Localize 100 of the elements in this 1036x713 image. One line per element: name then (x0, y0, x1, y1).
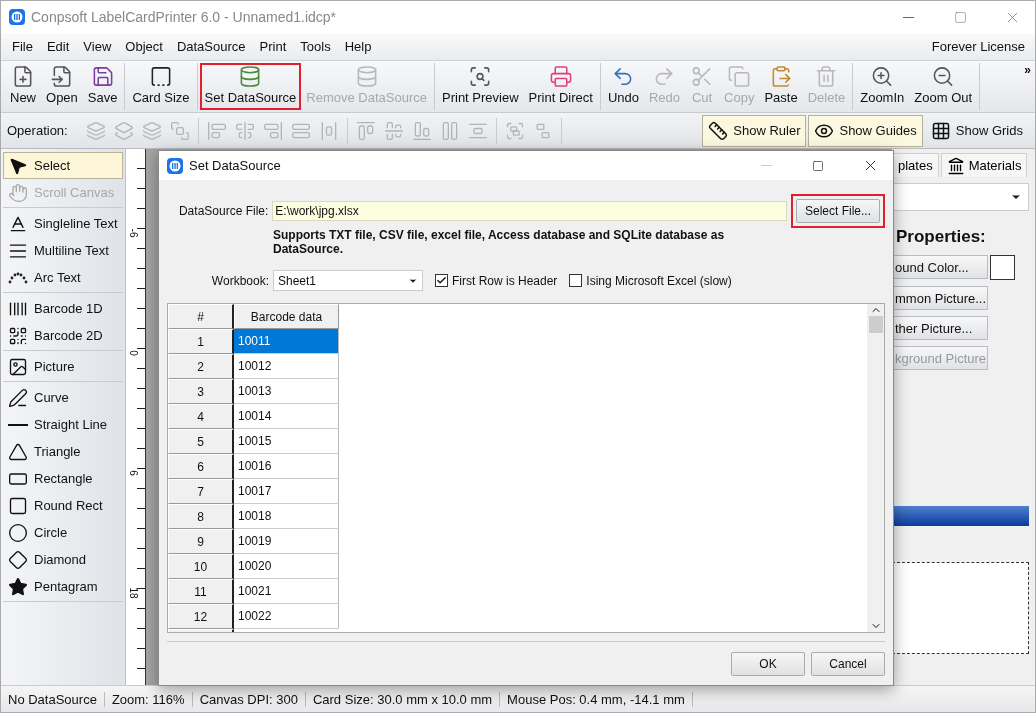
row-header[interactable]: 9 (168, 529, 234, 554)
tool-item[interactable]: Curve (3, 384, 123, 411)
table-cell[interactable]: 10021 (234, 579, 339, 604)
toolbar-button[interactable]: Print Direct (523, 63, 598, 110)
scroll-thumb[interactable] (868, 316, 883, 333)
ruler-label: 18 (127, 586, 141, 601)
status-item: Mouse Pos: 0.4 mm, -14.1 mm (500, 691, 693, 707)
minimize-icon (902, 16, 914, 18)
pen-icon (8, 387, 28, 408)
table-cell[interactable]: 10018 (234, 504, 339, 529)
tool-item[interactable]: Multiline Text (3, 237, 123, 264)
row-header[interactable]: 11 (168, 579, 234, 604)
tool-item[interactable]: Picture (3, 353, 123, 380)
toggle-button[interactable]: Show Guides (808, 114, 923, 147)
table-cell[interactable]: 10019 (234, 529, 339, 554)
checkbox[interactable] (435, 274, 448, 287)
menu-item[interactable]: DataSource (169, 39, 253, 54)
tool-item[interactable]: Pentagram (3, 573, 123, 600)
field-label: Workbook: (210, 273, 269, 288)
table-cell[interactable]: 10022 (234, 604, 339, 629)
maximize-icon (953, 10, 967, 24)
properties-heading: Properties: (896, 227, 987, 247)
app-logo-icon (167, 157, 183, 174)
toggle-button[interactable]: Show Grids (924, 114, 1029, 147)
panel-tab[interactable]: plates (892, 153, 939, 177)
toolbar-button[interactable]: Open (41, 63, 83, 110)
menu-item[interactable]: Edit (39, 39, 77, 54)
tool-item[interactable]: Straight Line (3, 411, 123, 438)
toolbar-button[interactable]: Set DataSource (199, 63, 302, 110)
checkbox-label: Ising Microsoft Excel (slow) (586, 273, 732, 288)
overflow-chevron[interactable]: » (1024, 63, 1031, 77)
tool-item[interactable]: Arc Text (3, 264, 123, 291)
dropdown[interactable] (892, 183, 1029, 211)
tool-item[interactable]: Rectangle (3, 465, 123, 492)
printer-icon (548, 65, 573, 88)
table-cell[interactable]: 10013 (234, 379, 339, 404)
menu-item[interactable]: Tools (293, 39, 338, 54)
table-cell[interactable]: 10014 (234, 404, 339, 429)
dialog-button[interactable]: OK (731, 651, 805, 676)
rounded-rectangle-icon (8, 495, 28, 516)
toolbar-button[interactable]: Paste (759, 63, 803, 110)
file-path-field[interactable]: E:\work\jpg.xlsx (272, 201, 787, 221)
toolbar-button[interactable]: Card Size (127, 63, 195, 110)
checkbox[interactable] (569, 274, 583, 287)
workbook-select[interactable]: Sheet1 (273, 270, 423, 291)
row-header[interactable]: 5 (168, 429, 234, 454)
table-cell[interactable]: 10016 (234, 454, 339, 479)
row-header[interactable]: 1 (168, 329, 234, 354)
table-cell[interactable]: 10020 (234, 554, 339, 579)
toggle-button[interactable]: Show Ruler (702, 114, 807, 147)
table-cell[interactable]: 10015 (234, 429, 339, 454)
row-header[interactable]: 7 (168, 479, 234, 504)
license-label: Forever License (931, 39, 1026, 54)
menu-item[interactable]: View (76, 39, 119, 54)
toolbar-button[interactable]: Undo (602, 63, 644, 110)
tool-item[interactable]: Circle (3, 519, 123, 546)
property-button[interactable]: ther Picture... (892, 316, 988, 340)
tool-item[interactable]: Singleline Text (3, 210, 123, 237)
dialog-button[interactable]: Cancel (811, 651, 885, 676)
ruler-label: -6 (127, 227, 141, 240)
toolbar-button[interactable]: Save (82, 63, 123, 110)
tool-item[interactable]: Barcode 1D (3, 295, 123, 322)
status-item: Zoom: 116% (104, 691, 193, 707)
tool-item[interactable]: Select (3, 152, 123, 179)
table-cell[interactable]: 10011 (234, 329, 339, 354)
row-header[interactable]: 3 (168, 379, 234, 404)
menu-item[interactable]: Help (337, 39, 379, 54)
toolbar-button[interactable]: Print Preview (437, 63, 524, 110)
select-file-button[interactable]: Select File... (795, 199, 880, 223)
tool-item[interactable]: Barcode 2D (3, 322, 123, 349)
grid-icon (930, 120, 951, 141)
line-icon (8, 423, 28, 426)
ruler-label: 6 (127, 469, 141, 478)
table-cell[interactable]: 10012 (234, 354, 339, 379)
menu-item[interactable]: File (5, 39, 40, 54)
property-button[interactable]: mmon Picture... (892, 286, 988, 310)
star-icon (8, 576, 28, 597)
menu-item[interactable]: Object (118, 39, 170, 54)
table-cell[interactable]: 10017 (234, 479, 339, 504)
panel-tab[interactable]: Materials (940, 153, 1028, 177)
menu-item[interactable]: Print (252, 39, 294, 54)
row-header[interactable]: 6 (168, 454, 234, 479)
building-icon (946, 156, 965, 175)
property-button[interactable]: ound Color... (892, 255, 988, 279)
toolbar-button[interactable]: New (5, 63, 41, 110)
row-header[interactable]: 10 (168, 554, 234, 579)
qr-code-icon (8, 325, 28, 346)
row-header[interactable]: 8 (168, 504, 234, 529)
row-header[interactable]: 4 (168, 404, 234, 429)
toolbar-button[interactable]: ZoomIn (855, 63, 910, 110)
tool-item[interactable]: Diamond (3, 546, 123, 573)
row-header[interactable]: 2 (168, 354, 234, 379)
copy-icon (727, 65, 752, 88)
minimize-icon (760, 165, 772, 166)
row-header[interactable]: 12 (168, 604, 234, 629)
toolbar-button[interactable]: Zoom Out (909, 63, 978, 110)
color-swatch[interactable] (990, 255, 1015, 280)
scrollbar[interactable] (867, 304, 884, 632)
tool-item[interactable]: Round Rect (3, 492, 123, 519)
tool-item[interactable]: Triangle (3, 438, 123, 465)
